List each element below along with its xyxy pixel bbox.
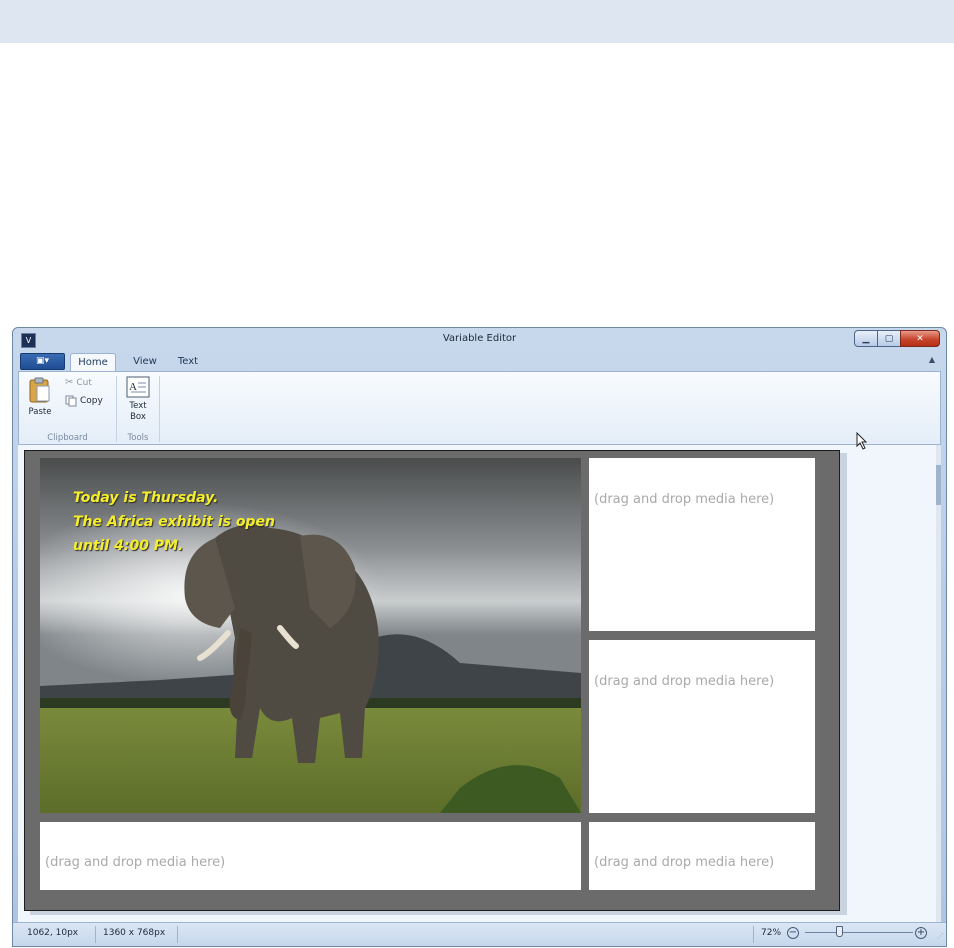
status-divider <box>753 926 754 943</box>
tab-view[interactable]: View <box>126 353 164 371</box>
drop-placeholder-text: (drag and drop media here) <box>594 674 775 689</box>
clipboard-group: Paste ✂ Cut Copy Clipboard <box>19 372 116 444</box>
drop-placeholder-text: (drag and drop media here) <box>45 855 226 870</box>
zoom-slider-thumb[interactable] <box>836 926 843 937</box>
mouse-pointer-icon <box>856 432 868 450</box>
group-divider <box>159 376 160 442</box>
clipboard-group-label: Clipboard <box>47 433 88 443</box>
svg-text:A: A <box>129 381 137 393</box>
paste-button[interactable]: Paste <box>25 376 55 417</box>
copy-button[interactable]: Copy <box>65 395 103 407</box>
close-icon: ✕ <box>916 333 924 344</box>
copy-label: Copy <box>80 396 103 406</box>
minus-icon: − <box>788 927 798 938</box>
text-box-label: Text Box <box>129 401 147 422</box>
cut-label: Cut <box>76 377 92 388</box>
media-zone-top-right[interactable]: (drag and drop media here) <box>589 458 815 631</box>
overlay-text-line: The Africa exhibit is open <box>73 514 275 530</box>
title-bar[interactable]: V Variable Editor ▁ ▢ ✕ <box>13 328 946 352</box>
media-zone-bottom-left[interactable]: (drag and drop media here) <box>40 822 581 890</box>
paste-label: Paste <box>28 407 52 417</box>
layout-canvas[interactable]: Today is Thursday. The Africa exhibit is… <box>24 450 840 911</box>
window-controls: ▁ ▢ ✕ <box>854 330 940 347</box>
media-zone-middle-right[interactable]: (drag and drop media here) <box>589 640 815 813</box>
drop-placeholder-text: (drag and drop media here) <box>594 492 775 507</box>
scissors-icon: ✂ <box>65 377 74 388</box>
overlay-text-line: Today is Thursday. <box>73 490 219 506</box>
maximize-icon: ▢ <box>884 333 894 344</box>
copy-icon <box>65 395 77 407</box>
drop-placeholder-text: (drag and drop media here) <box>594 855 775 870</box>
zoom-in-button[interactable]: + <box>915 927 927 939</box>
minimize-button[interactable]: ▁ <box>854 330 878 347</box>
application-menu-button[interactable]: ▣▾ <box>20 353 65 370</box>
status-bar: 1062, 10px 1360 x 768px 72% − + ⋰ <box>13 922 946 946</box>
tools-group: A Text Box Tools <box>117 372 159 444</box>
editor-workspace[interactable]: Today is Thursday. The Africa exhibit is… <box>18 445 941 922</box>
plus-icon: + <box>916 927 926 938</box>
zoom-slider-track[interactable] <box>805 932 913 933</box>
overlay-text-line: until 4:00 PM. <box>73 538 184 554</box>
text-box-icon: A <box>126 376 150 398</box>
variable-editor-window: V Variable Editor ▁ ▢ ✕ ▣▾ Home View Tex… <box>12 327 947 947</box>
maximize-button[interactable]: ▢ <box>877 330 901 347</box>
tab-text[interactable]: Text <box>170 353 206 371</box>
tab-home[interactable]: Home <box>70 353 116 371</box>
media-zone-bottom-right[interactable]: (drag and drop media here) <box>589 822 815 890</box>
close-button[interactable]: ✕ <box>900 330 940 347</box>
resize-grip-icon[interactable]: ⋰ <box>937 932 944 940</box>
zoom-out-button[interactable]: − <box>787 927 799 939</box>
top-band <box>0 0 954 43</box>
ribbon-collapse-icon[interactable]: ▲ <box>929 355 935 364</box>
zoom-level: 72% <box>761 928 782 938</box>
paste-icon <box>29 377 50 403</box>
resolution-readout: 1360 x 768px <box>103 928 166 938</box>
ribbon-tab-strip: ▣▾ Home View Text ▲ <box>18 352 941 371</box>
ribbon-panel: Paste ✂ Cut Copy Clipboard A Text Box To… <box>18 371 941 445</box>
status-divider <box>95 926 96 943</box>
media-zone-main[interactable]: Today is Thursday. The Africa exhibit is… <box>40 458 581 813</box>
vertical-scrollbar[interactable] <box>936 445 941 922</box>
text-box-button[interactable]: A Text Box <box>121 376 155 423</box>
tools-group-label: Tools <box>127 433 149 443</box>
cut-button[interactable]: ✂ Cut <box>65 377 92 388</box>
cursor-position-readout: 1062, 10px <box>27 928 79 938</box>
window-title: Variable Editor <box>442 333 517 344</box>
scrollbar-thumb[interactable] <box>936 465 941 505</box>
minimize-icon: ▁ <box>862 333 870 344</box>
overlay-text-block[interactable]: Today is Thursday. The Africa exhibit is… <box>73 486 275 558</box>
status-divider <box>177 926 178 943</box>
